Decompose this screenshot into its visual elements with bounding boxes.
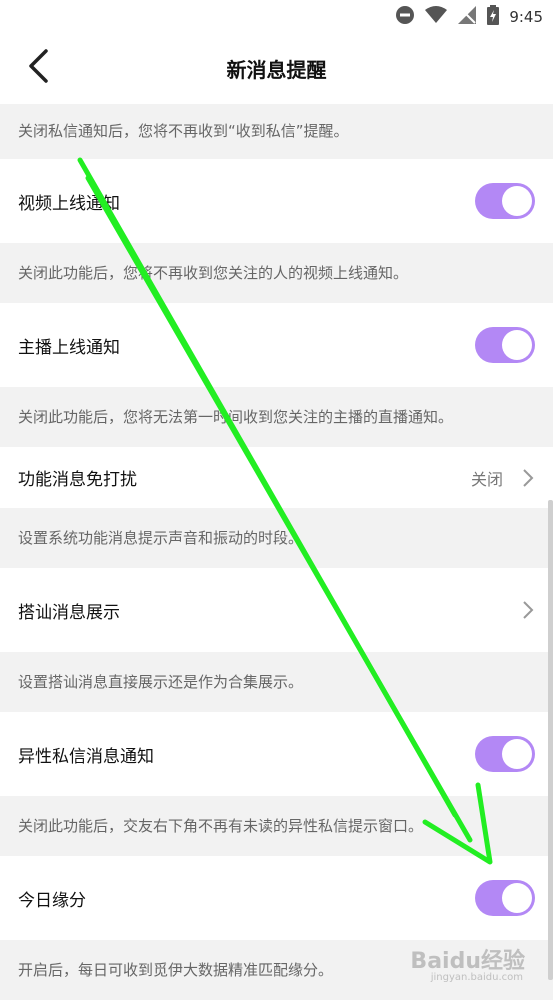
header: 新消息提醒 (0, 34, 553, 104)
toggle-knob (502, 883, 532, 913)
battery-charging-icon (487, 5, 500, 29)
video-online-toggle[interactable] (475, 183, 535, 219)
chat-display-label: 搭讪消息展示 (18, 602, 120, 623)
chat-display-row[interactable]: 搭讪消息展示 (0, 568, 553, 652)
wifi-icon (425, 6, 448, 28)
dnd-description: 设置系统功能消息提示声音和振动的时段。 (0, 508, 553, 568)
status-bar: 9:45 (0, 0, 553, 34)
opposite-sex-toggle[interactable] (475, 736, 535, 772)
chat-display-description: 设置搭讪消息直接展示还是作为合集展示。 (0, 652, 553, 712)
host-online-toggle[interactable] (475, 327, 535, 363)
host-online-description: 关闭此功能后，您将无法第一时间收到您关注的主播的直播通知。 (0, 387, 553, 447)
scrollbar[interactable] (548, 500, 553, 980)
video-online-description: 关闭此功能后，您将不再收到您关注的人的视频上线通知。 (0, 243, 553, 303)
dnd-label: 功能消息免打扰 (18, 470, 137, 490)
status-time: 9:45 (509, 8, 543, 26)
dnd-row[interactable]: 功能消息免打扰 关闭 (0, 447, 553, 508)
page-title: 新消息提醒 (226, 58, 327, 82)
host-online-label: 主播上线通知 (18, 337, 120, 358)
today-fate-row: 今日缘分 (0, 856, 553, 940)
chevron-right-icon (521, 599, 535, 621)
no-signal-icon (457, 5, 477, 29)
toggle-knob (502, 330, 532, 360)
video-online-row: 视频上线通知 (0, 159, 553, 243)
watermark-url: jingyan.baidu.com (430, 972, 523, 983)
toggle-knob (502, 739, 532, 769)
settings-list: 关闭私信通知后，您将不再收到“收到私信”提醒。 视频上线通知 关闭此功能后，您将… (0, 104, 553, 1000)
status-icons: 9:45 (395, 5, 543, 29)
opposite-sex-label: 异性私信消息通知 (18, 746, 154, 767)
toggle-knob (502, 186, 532, 216)
opposite-sex-description: 关闭此功能后，交友右下角不再有未读的异性私信提示窗口。 (0, 796, 553, 856)
opposite-sex-row: 异性私信消息通知 (0, 712, 553, 796)
video-online-label: 视频上线通知 (18, 193, 120, 214)
private-message-description: 关闭私信通知后，您将不再收到“收到私信”提醒。 (0, 104, 553, 159)
today-fate-toggle[interactable] (475, 880, 535, 916)
today-fate-label: 今日缘分 (18, 890, 86, 911)
baidu-watermark: Baidu经验 (410, 949, 525, 974)
chevron-right-icon (521, 467, 535, 489)
host-online-row: 主播上线通知 (0, 303, 553, 387)
dnd-value: 关闭 (470, 469, 503, 489)
do-not-disturb-icon (395, 5, 415, 29)
